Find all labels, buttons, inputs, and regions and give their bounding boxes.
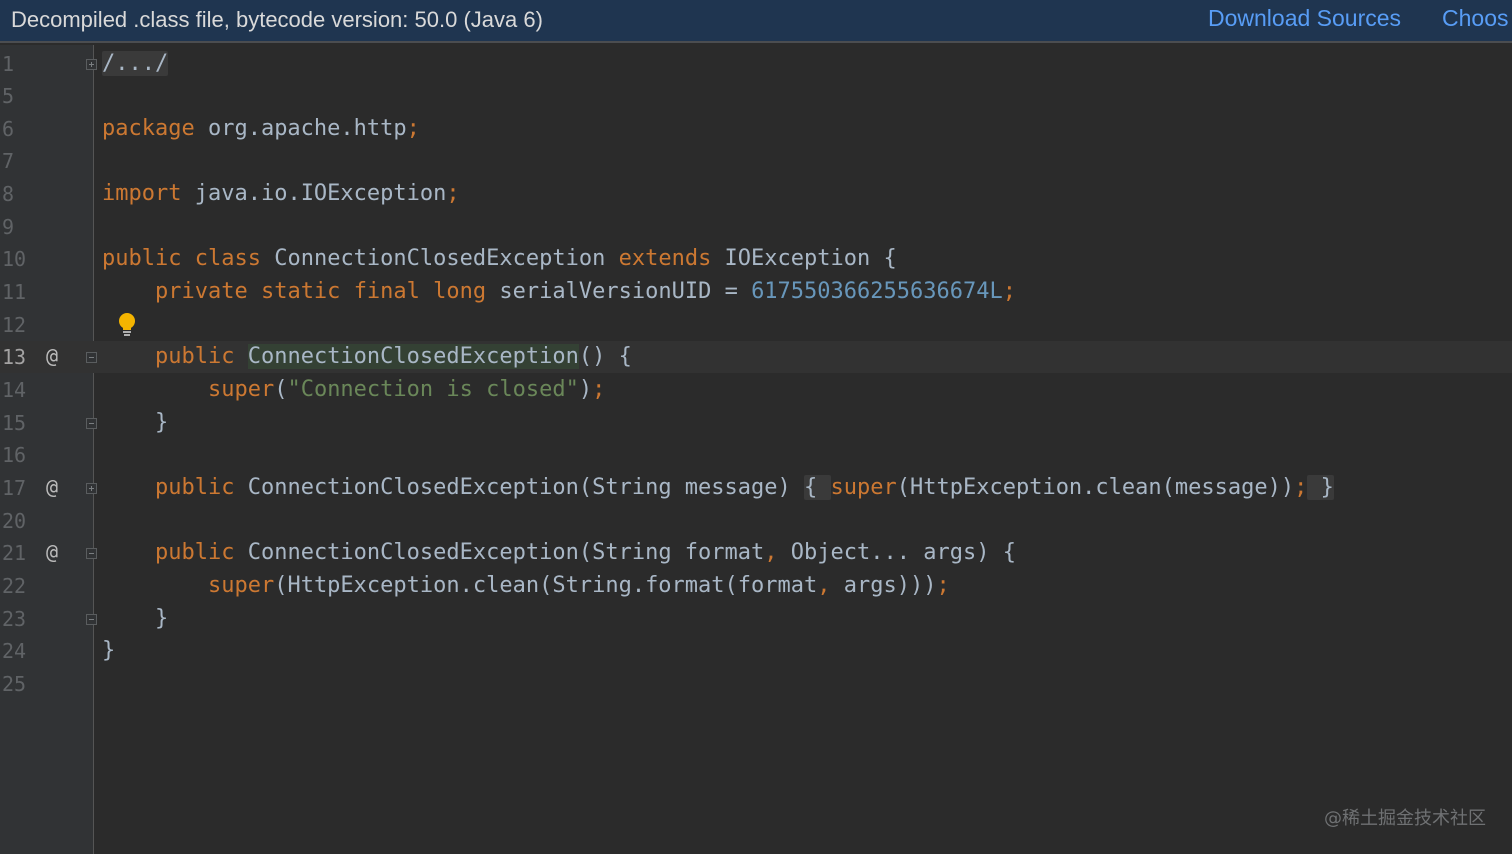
super-args-rest: args))) <box>830 573 937 598</box>
close-brace: } <box>154 606 169 631</box>
comma: , <box>764 540 778 565</box>
line-number: 25 <box>2 672 27 696</box>
keyword-import: import <box>102 181 182 206</box>
semicolon: ; <box>936 573 950 598</box>
constructor-params: () { <box>578 344 632 369</box>
line-number: 24 <box>2 639 27 663</box>
line-number: 8 <box>2 182 15 206</box>
semicolon: ; <box>446 181 460 206</box>
fold-collapse-icon[interactable] <box>86 614 97 625</box>
download-sources-link[interactable]: Download Sources <box>1208 4 1401 32</box>
line-number: 7 <box>2 149 15 173</box>
line-number: 10 <box>2 247 27 271</box>
line-number: 17 <box>2 476 27 500</box>
constructor-params: Object... args) { <box>777 540 1016 565</box>
override-icon[interactable]: @ <box>46 471 58 503</box>
code-line-21: public ConnectionClosedException(String … <box>102 537 1016 569</box>
fold-expand-icon[interactable] <box>86 483 97 494</box>
code-line-17: public ConnectionClosedException(String … <box>102 472 1334 504</box>
line-number: 22 <box>2 574 27 598</box>
constructor-name-highlighted[interactable]: ConnectionClosedException <box>247 344 579 369</box>
code-line-13: public ConnectionClosedException() { <box>102 341 632 373</box>
import-name: java.io.IOException <box>181 181 447 206</box>
code-line-1: /.../ <box>102 48 169 80</box>
keyword-public: public <box>154 344 235 369</box>
close-brace: } <box>154 410 169 435</box>
fold-collapse-icon[interactable] <box>86 548 97 559</box>
line-number: 20 <box>2 509 27 533</box>
folded-header[interactable]: /.../ <box>102 51 169 76</box>
open-paren: ( <box>274 377 288 402</box>
line-number: 9 <box>2 215 15 239</box>
code-line-10: public class ConnectionClosedException e… <box>102 243 897 275</box>
banner-title: Decompiled .class file, bytecode version… <box>11 7 543 32</box>
line-number: 1 <box>2 52 15 76</box>
string-literal: "Connection is closed" <box>287 377 579 402</box>
keyword-super: super <box>207 377 275 402</box>
semicolon: ; <box>592 377 606 402</box>
lightbulb-icon[interactable] <box>118 312 136 338</box>
number-literal: 617550366255636674L <box>751 279 1003 304</box>
line-number: 16 <box>2 443 27 467</box>
line-number: 15 <box>2 411 27 435</box>
code-line-22: super(HttpException.clean(String.format(… <box>102 570 950 602</box>
line-number: 6 <box>2 117 15 141</box>
close-brace: } <box>102 638 116 663</box>
watermark: @稀土掘金技术社区 <box>1324 808 1486 829</box>
comma: , <box>817 573 831 598</box>
semicolon: ; <box>1294 475 1308 500</box>
keyword-long: long <box>433 279 487 304</box>
superclass-name: IOException { <box>711 246 897 271</box>
close-paren: ) <box>578 377 593 402</box>
super-args: (HttpException.clean(String.format(forma… <box>274 573 818 598</box>
constructor-signature: ConnectionClosedException(String format <box>234 540 765 565</box>
keyword-public: public <box>154 540 235 565</box>
keyword-static: static <box>260 279 341 304</box>
keyword-extends: extends <box>618 246 712 271</box>
code-line-8: import java.io.IOException; <box>102 178 460 210</box>
fold-collapse-icon[interactable] <box>86 352 97 363</box>
fold-collapse-icon[interactable] <box>86 418 97 429</box>
keyword-final: final <box>353 279 420 304</box>
choose-sources-link[interactable]: Choos <box>1442 4 1508 32</box>
override-icon[interactable]: @ <box>46 536 58 568</box>
code-line-23: } <box>102 603 168 635</box>
keyword-public: public <box>102 246 182 271</box>
code-editor[interactable] <box>94 45 1512 854</box>
class-name: ConnectionClosedException <box>260 246 619 271</box>
line-number: 5 <box>2 84 15 108</box>
line-number: 23 <box>2 607 27 631</box>
keyword-super: super <box>830 475 897 500</box>
code-line-14: super("Connection is closed"); <box>102 374 605 406</box>
package-name: org.apache.http <box>194 116 407 141</box>
semicolon: ; <box>1002 279 1016 304</box>
line-number: 21 <box>2 541 27 565</box>
code-line-24: } <box>102 635 115 667</box>
code-line-15: } <box>102 407 168 439</box>
keyword-class: class <box>194 246 261 271</box>
line-number: 14 <box>2 378 27 402</box>
keyword-super: super <box>207 573 275 598</box>
line-number: 12 <box>2 313 27 337</box>
keyword-private: private <box>154 279 248 304</box>
field-name: serialVersionUID = <box>486 279 752 304</box>
keyword-public: public <box>154 475 235 500</box>
fold-expand-icon[interactable] <box>86 59 97 70</box>
override-icon[interactable]: @ <box>46 340 58 372</box>
decompiled-banner: Decompiled .class file, bytecode version… <box>0 0 1512 43</box>
code-line-6: package org.apache.http; <box>102 113 420 145</box>
semicolon: ; <box>406 116 420 141</box>
constructor-signature: ConnectionClosedException(String message… <box>234 475 805 500</box>
line-number-current: 13 <box>2 345 27 369</box>
folded-body-open[interactable]: { <box>804 475 831 500</box>
line-number: 11 <box>2 280 27 304</box>
keyword-package: package <box>102 116 195 141</box>
super-args: (HttpException.clean(message)) <box>896 475 1295 500</box>
folded-body-close[interactable]: } <box>1307 475 1334 500</box>
code-line-11: private static final long serialVersionU… <box>102 276 1016 308</box>
